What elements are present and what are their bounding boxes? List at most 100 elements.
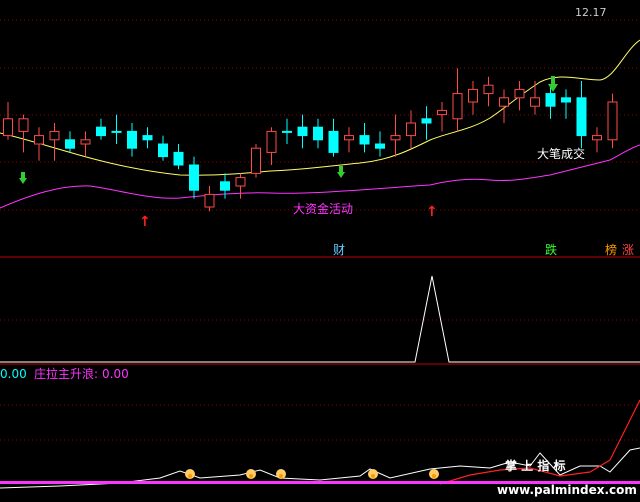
candle-body (189, 164, 199, 191)
candle-body (328, 130, 339, 153)
candle (142, 127, 153, 149)
candle-body (468, 88, 478, 103)
candle (3, 102, 13, 140)
candle-body (437, 109, 447, 116)
header-value-right: 0.00 (102, 367, 129, 381)
candle (344, 127, 354, 153)
candle-body (282, 130, 292, 133)
candle (282, 118, 292, 144)
candle (18, 114, 29, 153)
candle (437, 102, 447, 132)
header-name: 庄拉主升浪: (34, 366, 98, 381)
candle (189, 156, 199, 199)
candle (452, 68, 463, 132)
green-marker-3 (548, 84, 558, 92)
flame-markers (185, 469, 439, 479)
spike-indicator-panel (0, 275, 640, 363)
candle (173, 144, 184, 170)
flame-marker-5 (429, 469, 439, 479)
candle (499, 89, 509, 123)
candle-body (406, 122, 416, 137)
header-value-left: 0.00 (0, 367, 27, 381)
candle-body (65, 139, 75, 149)
candle-body (359, 135, 370, 145)
candle (235, 173, 246, 199)
candle (468, 81, 478, 115)
candle-body (514, 88, 525, 99)
green-marker-1 (19, 178, 27, 184)
candle-body (607, 101, 618, 141)
candle-body (49, 130, 60, 141)
spike-line (0, 275, 640, 363)
flame-marker-1 (185, 469, 195, 479)
candle (561, 89, 571, 119)
candle (204, 186, 215, 212)
marker-die: 跌 (545, 242, 557, 257)
candle-body (592, 135, 602, 141)
candle (297, 114, 308, 149)
big-volume-label: 大笔成交 (537, 146, 585, 161)
candle-body (127, 130, 137, 149)
candle (266, 127, 277, 165)
candle-body (158, 143, 168, 158)
candle-body (173, 151, 184, 166)
candle-body (204, 193, 215, 208)
candle-body (344, 135, 354, 141)
capital-activity-label: 大资金活动 (293, 201, 353, 216)
candle-body (545, 93, 556, 107)
candle (251, 144, 261, 178)
candle-body (142, 135, 153, 141)
candle (359, 123, 370, 153)
candle (80, 131, 91, 157)
candle (421, 106, 432, 140)
candle (96, 118, 106, 140)
candle-body (80, 139, 91, 145)
moving-average-lines (0, 39, 640, 209)
candle-body (499, 97, 509, 107)
momentum-panel: 0.00 庄拉主升浪: 0.00 掌 上 指 标 www.palmindex.c… (0, 366, 640, 497)
candle-body (34, 135, 44, 145)
candle (530, 81, 540, 115)
candle-body (561, 97, 571, 103)
watermark-url: www.palmindex.com (497, 483, 637, 497)
candle-body (421, 118, 432, 124)
candle-body (111, 130, 122, 133)
candle-body (530, 97, 540, 107)
price-label: 12.17 (575, 6, 607, 19)
candle (514, 81, 525, 111)
marker-cai: 财 (333, 243, 345, 257)
candle (49, 123, 60, 161)
candle-body (96, 126, 106, 137)
candle (65, 131, 75, 153)
chart-canvas: 12.17 大笔成交 大资金活动 ↑ ↑ 财 跌 榜 涨 0.00 庄拉主升浪:… (0, 6, 640, 497)
candle-body (483, 84, 494, 95)
up-arrow-1: ↑ (139, 214, 151, 230)
candle-body (375, 143, 385, 149)
candle (607, 93, 618, 149)
candle-body (220, 181, 230, 191)
candle (483, 76, 494, 107)
candle (313, 118, 323, 149)
marker-badges: 财 跌 榜 涨 (332, 242, 636, 257)
candle (406, 110, 416, 149)
candle (158, 135, 168, 161)
candle (111, 114, 122, 144)
up-arrow-2: ↑ (426, 204, 438, 220)
candle (34, 127, 44, 161)
candle-body (3, 118, 13, 137)
marker-zhang: 涨 (622, 242, 634, 257)
candle-body (266, 130, 277, 153)
candlestick-series (3, 68, 618, 212)
candle-body (18, 118, 29, 132)
candle (390, 114, 401, 157)
flame-marker-3 (276, 469, 286, 479)
candle-body (235, 177, 246, 187)
candle-body (297, 126, 308, 137)
flame-marker-4 (368, 469, 378, 479)
marker-bang: 榜 (605, 242, 617, 257)
candle (328, 118, 339, 157)
candle (127, 123, 137, 157)
candle-body (576, 97, 587, 137)
candle (375, 131, 385, 157)
candle-body (390, 135, 401, 141)
